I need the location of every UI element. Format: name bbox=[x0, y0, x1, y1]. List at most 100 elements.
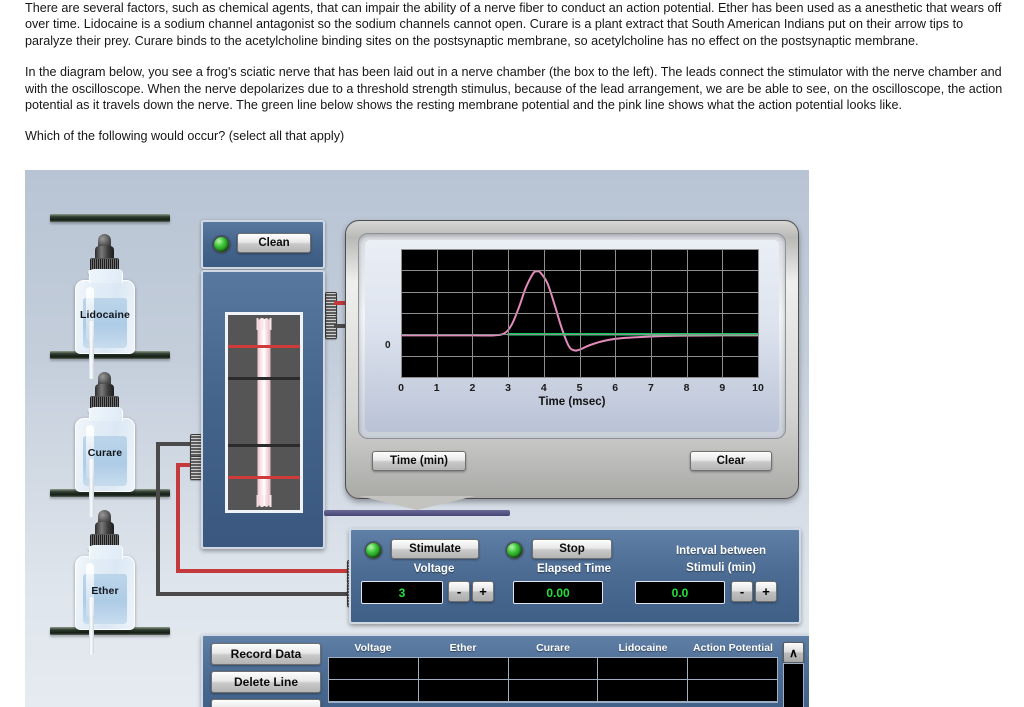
x-axis-title: Time (msec) bbox=[538, 396, 606, 408]
delete-line-button[interactable]: Delete Line bbox=[211, 671, 321, 693]
bottle-body: Lidocaine bbox=[75, 269, 135, 379]
x-tick-10: 10 bbox=[752, 382, 764, 394]
scrollbar-track[interactable] bbox=[783, 663, 804, 707]
stimulate-indicator-led-icon bbox=[365, 542, 382, 559]
table-cell bbox=[509, 658, 599, 679]
question-paragraph-1: There are several factors, such as chemi… bbox=[25, 1, 1002, 48]
x-tick-4: 4 bbox=[540, 382, 547, 394]
x-tick-0: 0 bbox=[398, 382, 404, 394]
table-cell bbox=[419, 658, 509, 679]
electrode-bar-dark-lower bbox=[228, 444, 300, 447]
x-axis-tick-labels: 0 1 2 3 4 5 6 7 8 9 10 bbox=[398, 382, 764, 395]
grid-line-horizontal bbox=[401, 292, 759, 293]
x-tick-5: 5 bbox=[576, 382, 583, 394]
bottle-curare[interactable]: Curare bbox=[67, 370, 141, 517]
y-axis-zero-label: 0 bbox=[385, 340, 391, 351]
grid-line-horizontal bbox=[401, 313, 759, 314]
oscilloscope-base bbox=[324, 510, 510, 516]
data-table-panel: Record Data Delete Line Voltage Ether Cura… bbox=[201, 634, 809, 707]
grid-line-horizontal bbox=[401, 377, 759, 378]
grid-line-horizontal bbox=[401, 249, 759, 250]
oscilloscope-stand bbox=[359, 496, 475, 510]
lead-black-vertical-left bbox=[156, 442, 160, 596]
lead-red-horizontal-bottom bbox=[176, 569, 353, 573]
x-tick-1: 1 bbox=[433, 382, 440, 394]
voltage-display: 3 bbox=[361, 581, 443, 604]
physioex-simulation-panel: Lidocaine Curare Ether Clean 0 0 1 2 3 4… bbox=[25, 170, 809, 707]
table-cell bbox=[509, 680, 599, 701]
oscilloscope-plot bbox=[401, 249, 759, 378]
voltage-increment-button[interactable]: + bbox=[472, 581, 494, 602]
question-prompt: Which of the following would occur? (sel… bbox=[25, 129, 345, 144]
stimulate-button[interactable]: Stimulate bbox=[391, 539, 479, 559]
bottle-body: Ether bbox=[75, 545, 135, 655]
interval-label-line-2: Stimuli (min) bbox=[686, 562, 756, 574]
x-tick-8: 8 bbox=[683, 382, 690, 394]
stop-button[interactable]: Stop bbox=[532, 539, 612, 559]
bottle-lidocaine[interactable]: Lidocaine bbox=[67, 232, 141, 379]
data-table-buttons: Record Data Delete Line bbox=[211, 643, 321, 707]
electrode-bar-dark-upper bbox=[228, 377, 300, 380]
column-header: Ether bbox=[449, 642, 477, 654]
x-tick-7: 7 bbox=[647, 382, 654, 394]
bottle-label: Lidocaine bbox=[80, 309, 130, 321]
column-header: Curare bbox=[536, 642, 570, 654]
electrode-bar-red-upper bbox=[228, 345, 300, 348]
voltage-decrement-button[interactable]: - bbox=[448, 581, 470, 602]
grid-line-horizontal bbox=[401, 334, 759, 335]
bottle-body: Curare bbox=[75, 407, 135, 517]
clean-indicator-led-icon bbox=[213, 236, 230, 253]
data-table-body bbox=[328, 657, 778, 703]
table-cell bbox=[598, 680, 689, 701]
table-cell bbox=[329, 658, 419, 679]
column-header: Lidocaine bbox=[618, 642, 668, 654]
table-cell bbox=[419, 680, 509, 701]
data-table-header-row: Voltage Ether Curare Lidocaine Action Potent… bbox=[328, 642, 778, 657]
voltage-label: Voltage bbox=[413, 563, 455, 575]
oscilloscope-button-row: Time (min) Clear bbox=[358, 443, 786, 485]
table-cell bbox=[598, 658, 689, 679]
nerve-chamber-box[interactable] bbox=[201, 270, 325, 549]
oscilloscope-screen-surround: 0 0 1 2 3 4 5 6 7 8 9 10 Time (msec) bbox=[365, 240, 779, 432]
table-row[interactable] bbox=[329, 658, 777, 680]
bottle-label: Curare bbox=[87, 447, 123, 459]
scroll-up-button[interactable]: ∧ bbox=[783, 642, 804, 663]
x-tick-6: 6 bbox=[612, 382, 619, 394]
stop-indicator-led-icon bbox=[506, 542, 523, 559]
extra-table-button[interactable] bbox=[211, 699, 321, 707]
question-paragraph-2: In the diagram below, you see a frog's s… bbox=[25, 65, 1003, 113]
table-cell bbox=[329, 680, 419, 701]
interval-label-line-1: Interval between bbox=[675, 545, 767, 557]
column-header: Action Potential bbox=[693, 642, 773, 654]
clean-control-box: Clean bbox=[201, 220, 325, 269]
bottle-label: Ether bbox=[91, 585, 119, 597]
bottle-ether[interactable]: Ether bbox=[67, 508, 141, 655]
table-cell bbox=[688, 680, 777, 701]
oscilloscope: 0 0 1 2 3 4 5 6 7 8 9 10 Time (msec) Time (min) Cl… bbox=[345, 220, 799, 499]
grid-line-horizontal bbox=[401, 270, 759, 271]
interval-display: 0.0 bbox=[635, 581, 725, 604]
time-min-button[interactable]: Time (min) bbox=[372, 451, 466, 471]
table-cell bbox=[688, 658, 777, 679]
interval-increment-button[interactable]: + bbox=[755, 581, 777, 602]
x-tick-9: 9 bbox=[719, 382, 726, 394]
data-table-grid: Voltage Ether Curare Lidocaine Action Potent… bbox=[328, 642, 778, 703]
record-data-button[interactable]: Record Data bbox=[211, 643, 321, 665]
clear-button[interactable]: Clear bbox=[690, 451, 772, 471]
x-tick-3: 3 bbox=[505, 382, 512, 394]
stimulator-panel: Stimulate Stop Voltage Elapsed Time Inte… bbox=[349, 528, 801, 624]
table-row[interactable] bbox=[329, 680, 777, 702]
lead-red-vertical-left bbox=[176, 463, 180, 573]
grid-line-horizontal bbox=[401, 356, 759, 357]
nerve-chamber-view bbox=[225, 312, 303, 513]
clean-button[interactable]: Clean bbox=[237, 233, 311, 253]
column-header: Voltage bbox=[354, 642, 392, 654]
question-text: There are several factors, such as chemi… bbox=[25, 0, 1003, 145]
interval-decrement-button[interactable]: - bbox=[731, 581, 753, 602]
elapsed-time-label: Elapsed Time bbox=[537, 563, 611, 575]
lead-black-horizontal-bottom bbox=[156, 592, 353, 596]
elapsed-time-display: 0.00 bbox=[513, 581, 603, 604]
electrode-bar-red-lower bbox=[228, 476, 300, 479]
x-tick-2: 2 bbox=[469, 382, 476, 394]
shelf-top bbox=[50, 214, 170, 222]
